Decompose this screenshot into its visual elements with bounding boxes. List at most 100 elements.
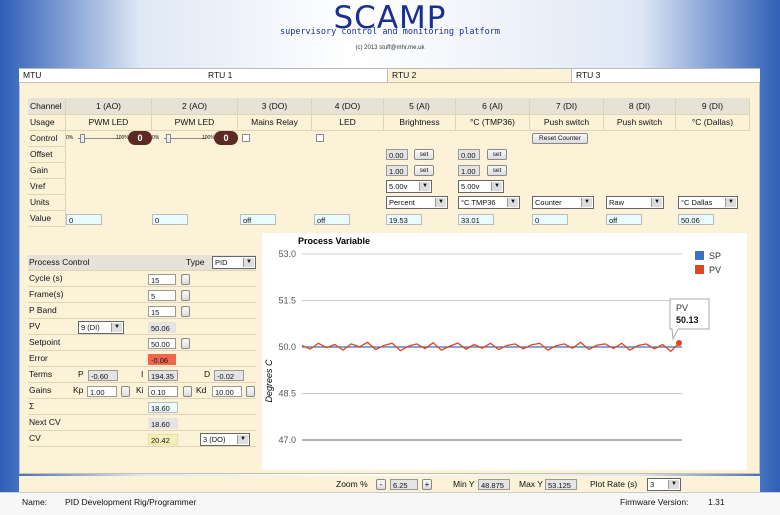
d-term-value: -0.02 — [214, 370, 244, 381]
error-value: -0.06 — [148, 354, 176, 365]
gain-5-set-button[interactable]: set — [414, 165, 434, 176]
setpoint-row: Setpoint 50.00 — [28, 335, 256, 351]
legend-label-pv: PV — [709, 265, 721, 275]
kd-set-button[interactable] — [246, 386, 255, 397]
units-9-value: °C Dallas — [681, 198, 713, 207]
units-5-value: Percent — [389, 198, 415, 207]
gain-6-set-button[interactable]: set — [487, 165, 507, 176]
plotrate-value: 3 — [650, 480, 655, 489]
rtu-tabs: MTU RTU 1 RTU 2 RTU 3 — [19, 68, 760, 83]
slider-thumb[interactable] — [166, 134, 171, 143]
kp-set-button[interactable] — [121, 386, 130, 397]
name-value: PID Development Rig/Programmer — [65, 497, 197, 507]
name-label: Name: — [22, 497, 48, 507]
relay-checkbox[interactable] — [242, 134, 250, 142]
vref-6-value: 5.00v — [461, 182, 480, 191]
reset-counter-button[interactable]: Reset Counter — [532, 133, 588, 144]
offset-6-input[interactable]: 0.00 — [458, 149, 480, 160]
offset-5-input[interactable]: 0.00 — [386, 149, 408, 160]
units-9-select[interactable]: °C Dallas ▼ — [678, 196, 738, 209]
pc-type-select[interactable]: PID ▼ — [212, 256, 256, 269]
kp-label: Kp — [73, 385, 84, 395]
usage-5: Brightness — [384, 114, 456, 131]
chevron-down-icon: ▼ — [725, 198, 736, 207]
pwm-knob-2[interactable]: 0 — [214, 131, 238, 145]
frame-row: Frame(s) 5 — [28, 287, 256, 303]
units-8-select[interactable]: Raw ▼ — [606, 196, 664, 209]
pc-type-value: PID — [215, 258, 228, 267]
pwm-slider-1[interactable]: 0% 100% — [66, 133, 129, 144]
tab-rtu1[interactable]: RTU 1 — [204, 69, 384, 82]
error-row: Error -0.06 — [28, 351, 256, 367]
kp-input[interactable]: 1.00 — [87, 386, 117, 397]
tooltip-series: PV — [676, 303, 688, 313]
gain-5-input[interactable]: 1.00 — [386, 165, 408, 176]
usage-3: Mains Relay — [238, 114, 312, 131]
firmware-value: 1.31 — [708, 497, 725, 507]
y-tick-label: 47.0 — [278, 435, 296, 445]
zoom-in-button[interactable]: + — [422, 479, 432, 490]
units-7-select[interactable]: Counter ▼ — [532, 196, 594, 209]
legend-swatch-sp — [695, 251, 704, 260]
pv-channel-value: 9 (DI) — [81, 323, 100, 332]
vref-5-select[interactable]: 5.00v ▼ — [386, 180, 432, 193]
slider-thumb[interactable] — [80, 134, 85, 143]
chevron-down-icon: ▼ — [581, 198, 592, 207]
setpoint-set-button[interactable] — [181, 338, 190, 349]
vref-6-select[interactable]: 5.00v ▼ — [458, 180, 504, 193]
chevron-down-icon: ▼ — [668, 480, 679, 489]
tab-mtu[interactable]: MTU — [19, 69, 187, 82]
offset-label: Offset — [28, 146, 66, 163]
sigma-row: Σ 18.60 — [28, 399, 256, 415]
tab-rtu3[interactable]: RTU 3 — [572, 69, 760, 82]
cycle-set-button[interactable] — [181, 274, 190, 285]
setpoint-label: Setpoint — [29, 337, 61, 347]
offset-6-set-button[interactable]: set — [487, 149, 507, 160]
pwm-knob-1[interactable]: 0 — [128, 131, 152, 145]
chart-title: Process Variable — [298, 236, 370, 246]
miny-value[interactable]: 48.875 — [478, 479, 510, 490]
maxy-value[interactable]: 53.125 — [545, 479, 577, 490]
status-footer: Name: PID Development Rig/Programmer Fir… — [0, 492, 780, 515]
pband-input[interactable]: 15 — [148, 306, 176, 317]
setpoint-input[interactable]: 50.00 — [148, 338, 176, 349]
pwm-slider-2[interactable]: 0% 100% — [152, 133, 215, 144]
frame-input[interactable]: 5 — [148, 290, 176, 301]
usage-4: LED — [312, 114, 384, 131]
units-7-value: Counter — [535, 198, 562, 207]
cycle-input[interactable]: 15 — [148, 274, 176, 285]
gains-label: Gains — [29, 385, 52, 395]
frame-set-button[interactable] — [181, 290, 190, 301]
zoom-out-button[interactable]: - — [376, 479, 386, 490]
channel-6-header: 6 (AI) — [456, 98, 530, 115]
plotrate-select[interactable]: 3 ▼ — [647, 478, 681, 491]
gain-6-input[interactable]: 1.00 — [458, 165, 480, 176]
process-control-panel: Process Control Type PID ▼ Cycle (s) 15 F… — [28, 255, 256, 450]
led-checkbox[interactable] — [316, 134, 324, 142]
units-6-select[interactable]: °C TMP36 ▼ — [458, 196, 520, 209]
units-5-select[interactable]: Percent ▼ — [386, 196, 448, 209]
app-header: SCAMP supervisory control and monitoring… — [0, 0, 780, 66]
app-subtitle: supervisory control and monitoring platf… — [279, 27, 501, 37]
ki-set-button[interactable] — [183, 386, 192, 397]
kd-input[interactable]: 10.00 — [212, 386, 242, 397]
pc-type-label: Type — [186, 257, 205, 267]
slider-min: 0% — [66, 135, 74, 141]
value-1: 0 — [66, 214, 102, 225]
pv-channel-select[interactable]: 9 (DI) ▼ — [78, 321, 124, 334]
slider-max: 100% — [202, 135, 215, 141]
ki-input[interactable]: 0.10 — [148, 386, 178, 397]
pv-value: 50.06 — [148, 322, 176, 333]
cv-channel-select[interactable]: 3 (DO) ▼ — [200, 433, 250, 446]
miny-label: Min Y — [453, 479, 475, 489]
sigma-value: 18.60 — [148, 402, 178, 413]
ki-label: Ki — [136, 385, 144, 395]
tab-rtu2[interactable]: RTU 2 — [387, 68, 572, 83]
value-label: Value — [28, 210, 66, 227]
offset-5-set-button[interactable]: set — [414, 149, 434, 160]
p-label: P — [78, 369, 84, 379]
legend-swatch-pv — [695, 265, 704, 274]
pband-set-button[interactable] — [181, 306, 190, 317]
terms-label: Terms — [29, 369, 53, 379]
value-9: 50.06 — [678, 214, 714, 225]
